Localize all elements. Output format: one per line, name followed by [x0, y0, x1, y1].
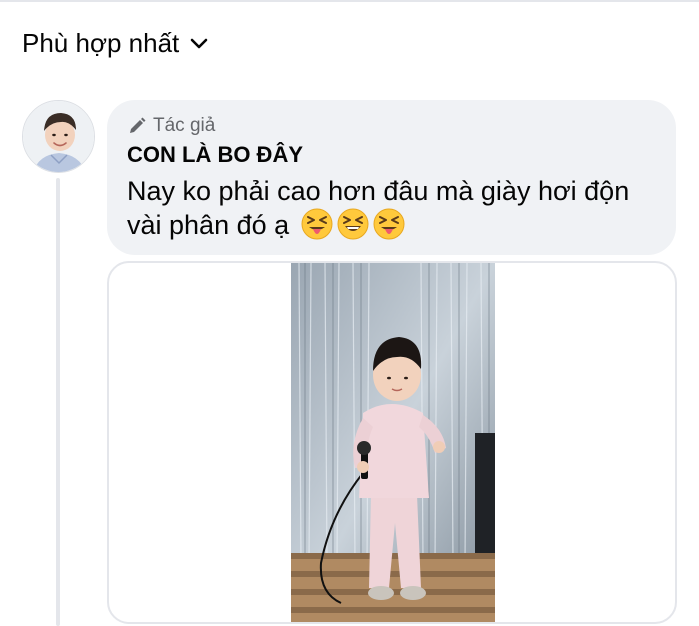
comment-thread: Phù hợp nhất Tác giả CON LÀ BO ĐÂY Nay k… [0, 0, 699, 626]
grinning-squinting-emoji [337, 208, 369, 240]
divider [0, 0, 699, 2]
child-avatar-image [23, 101, 94, 172]
emoji-group [301, 208, 405, 240]
squinting-tongue-emoji [373, 208, 405, 240]
author-badge-label: Tác giả [153, 115, 216, 136]
chevron-down-icon [190, 38, 208, 48]
comment-body: Nay ko phải cao hơn đâu mà giày hơi độn … [127, 174, 647, 242]
photo-attachment[interactable] [107, 261, 677, 624]
pencil-icon [130, 117, 146, 133]
comment-bubble: Tác giả CON LÀ BO ĐÂY Nay ko phải cao hơ… [107, 100, 676, 255]
squinting-tongue-emoji [301, 208, 333, 240]
avatar[interactable] [22, 100, 95, 173]
sort-label: Phù hợp nhất [22, 28, 180, 58]
thread-line [56, 178, 60, 626]
sort-selector[interactable]: Phù hợp nhất [22, 28, 209, 59]
author-badge: Tác giả [127, 114, 656, 138]
child-with-microphone-photo[interactable] [291, 263, 495, 624]
author-name[interactable]: CON LÀ BO ĐÂY [127, 142, 656, 168]
